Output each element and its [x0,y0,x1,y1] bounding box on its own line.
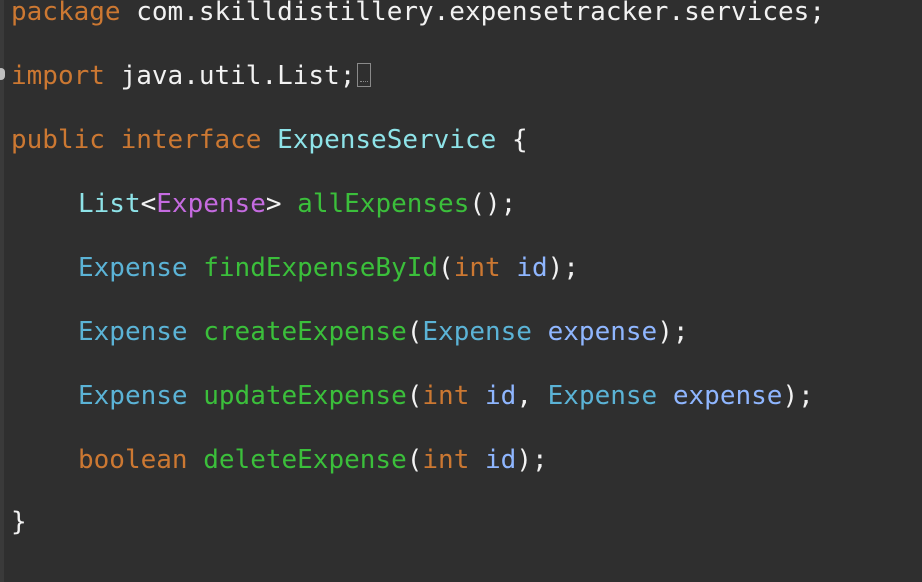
param-name: id [485,445,517,475]
type-parameter: Expense [156,189,266,219]
param-name: id [516,253,548,283]
return-type: Expense [78,317,188,347]
fold-marker-icon[interactable] [0,68,5,80]
return-type: boolean [78,445,188,475]
editor-gutter [0,0,4,582]
return-type: List [78,189,141,219]
keyword-public: public [11,125,105,155]
param-type: Expense [422,317,532,347]
code-line-package[interactable]: package com.skilldistillery.expensetrack… [11,0,825,28]
code-editor[interactable]: package com.skilldistillery.expensetrack… [0,0,922,582]
method-name: createExpense [203,317,407,347]
param-type: int [422,445,470,475]
param1-type: int [422,381,470,411]
method-name: allExpenses [297,189,470,219]
param-type: int [453,253,501,283]
open-brace: { [511,125,528,155]
keyword-package: package [11,0,121,27]
code-line-import[interactable]: import java.util.List; [11,60,372,92]
method-name: deleteExpense [203,445,407,475]
close-brace: } [11,507,27,537]
signature-tail: (); [469,189,517,219]
keyword-import: import [11,61,105,91]
param-name: expense [547,317,658,347]
return-type: Expense [78,253,188,283]
code-line-close-brace[interactable]: } [11,506,27,538]
code-line-method-create-expense[interactable]: Expense createExpense(Expense expense); [78,316,689,348]
import-name: java.util.List; [120,61,356,91]
param2-type: Expense [547,381,658,411]
interface-name: ExpenseService [277,125,497,155]
code-line-method-delete-expense[interactable]: boolean deleteExpense(int id); [78,444,548,476]
code-line-method-find-expense-by-id[interactable]: Expense findExpenseById(int id); [78,252,579,284]
collapsed-imports-icon[interactable] [357,63,372,87]
method-name: findExpenseById [203,253,439,283]
method-name: updateExpense [203,381,407,411]
keyword-interface: interface [120,125,262,155]
code-line-method-all-expenses[interactable]: List<Expense> allExpenses(); [78,188,516,220]
package-name: com.skilldistillery.expensetracker.servi… [136,0,825,27]
code-line-method-update-expense[interactable]: Expense updateExpense(int id, Expense ex… [78,380,814,412]
return-type: Expense [78,381,188,411]
code-line-interface-declaration[interactable]: public interface ExpenseService { [11,124,528,156]
param1-name: id [485,381,517,411]
param2-name: expense [672,381,783,411]
